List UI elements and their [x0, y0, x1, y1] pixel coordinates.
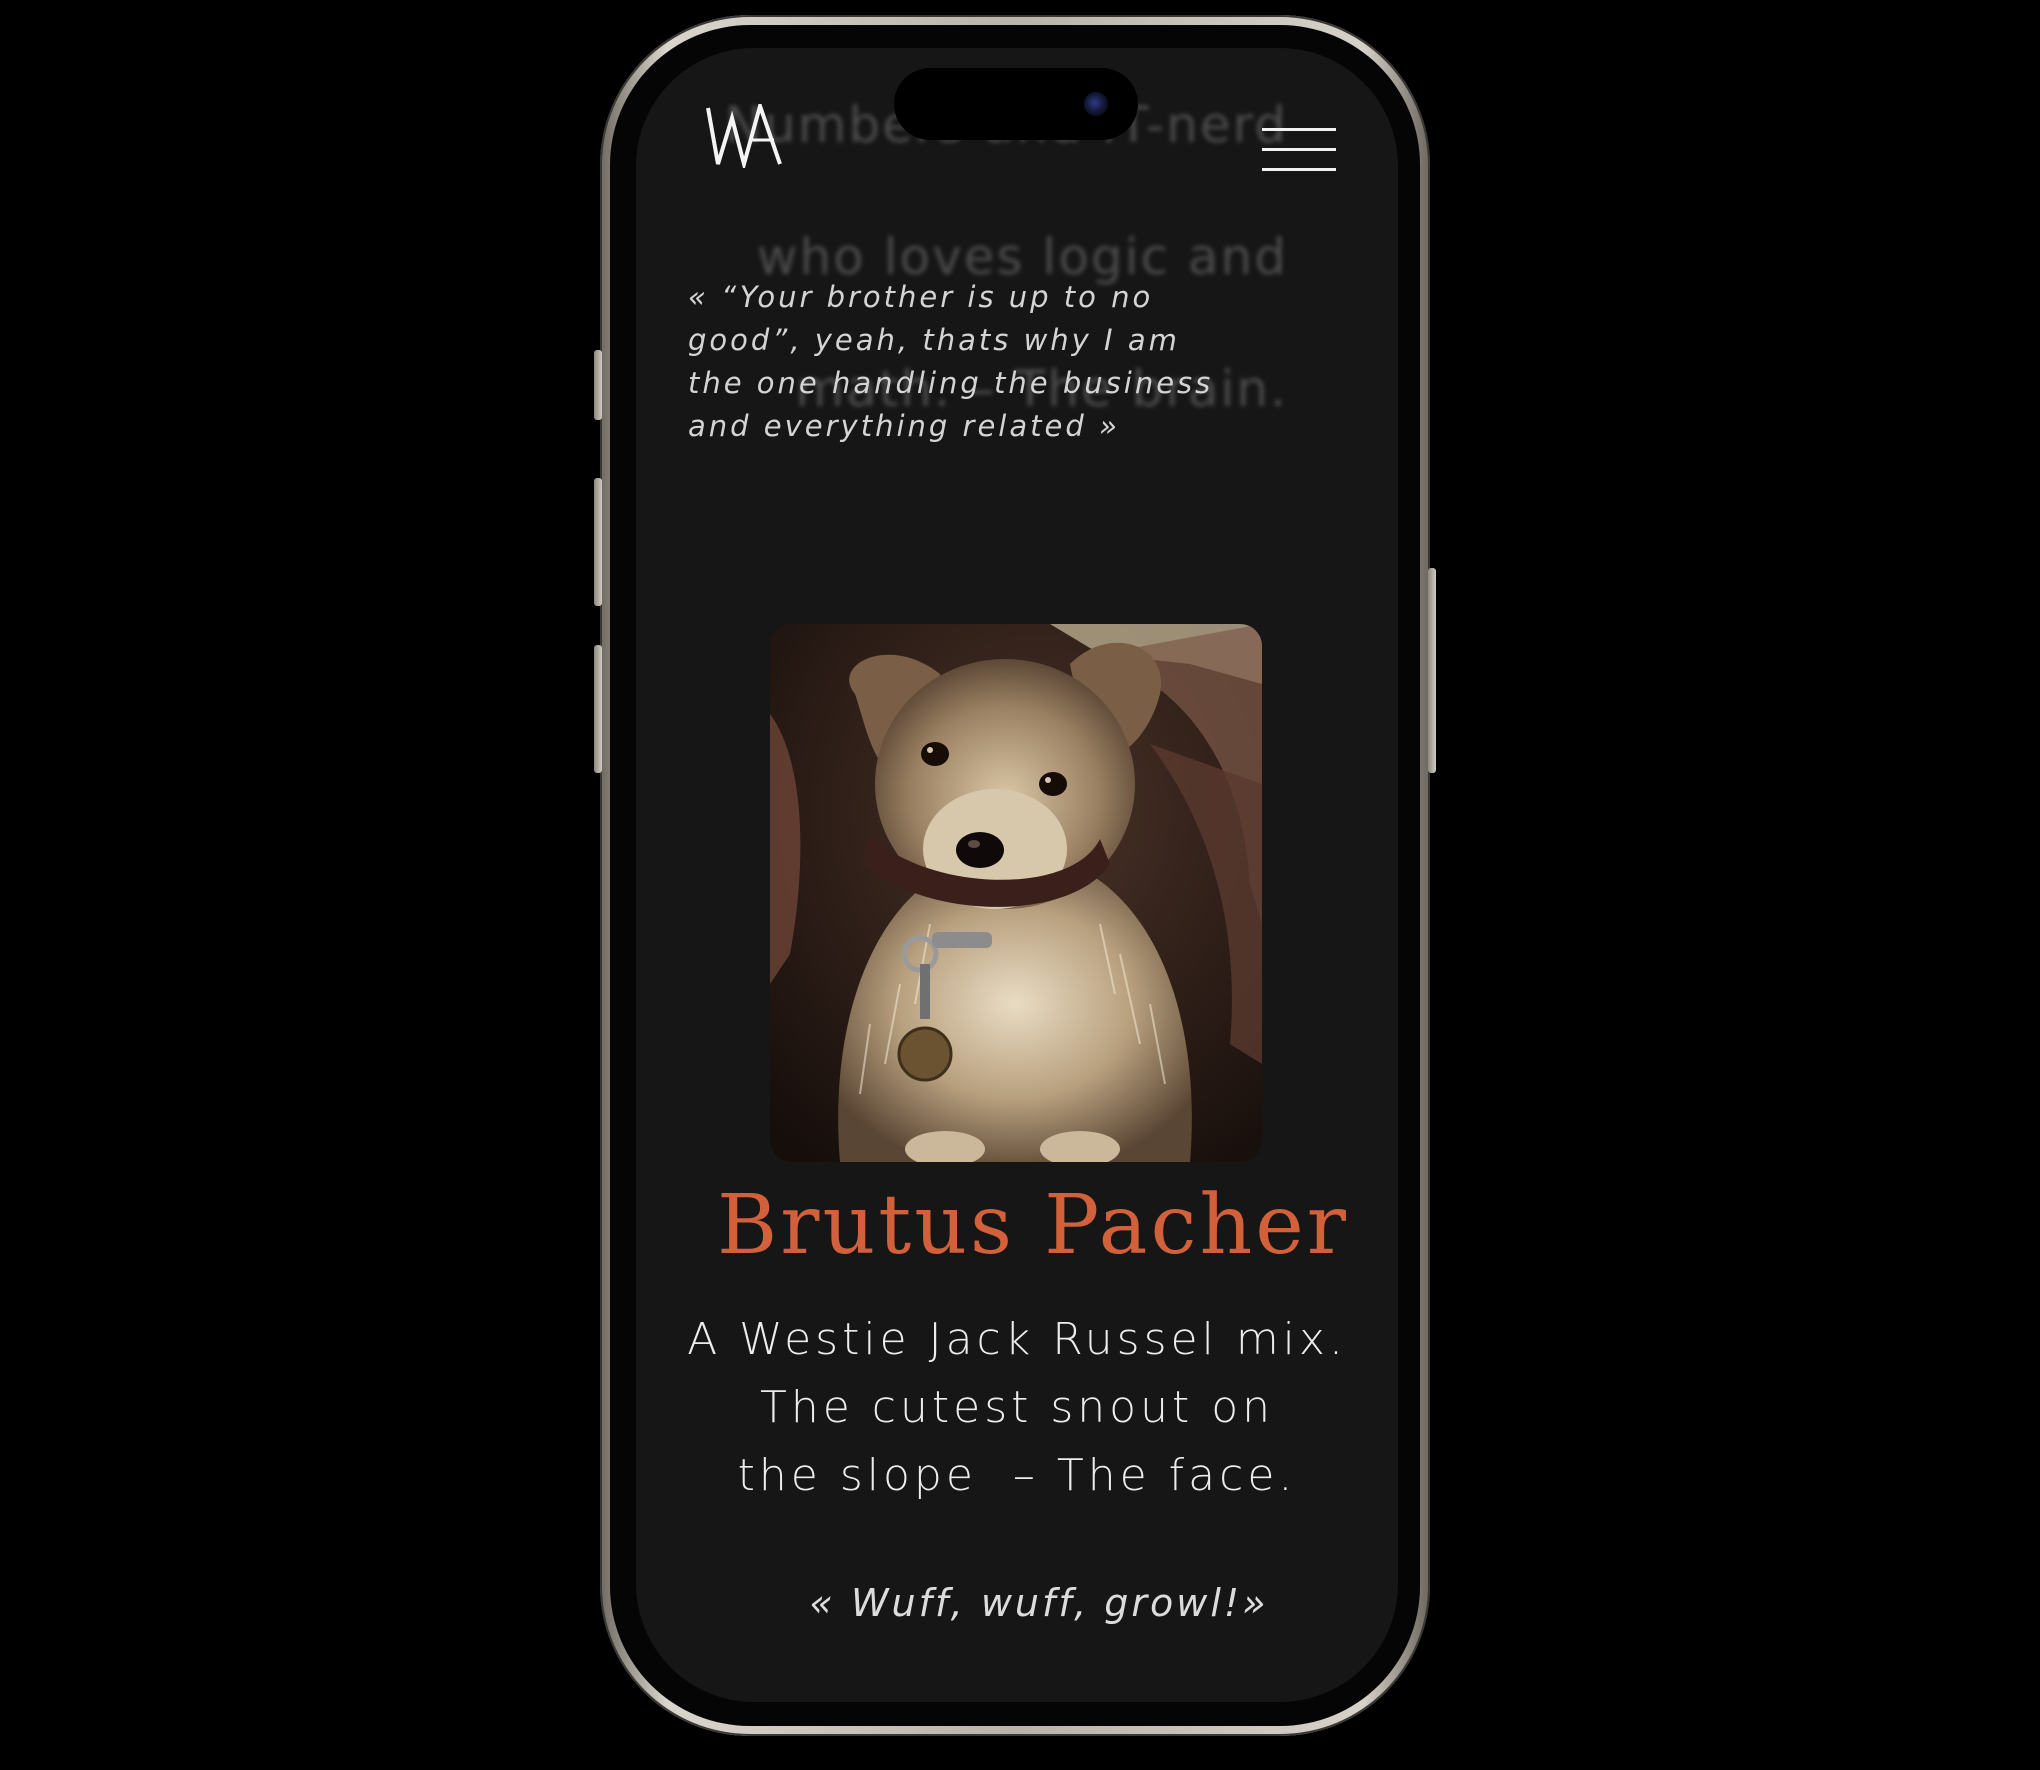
dynamic-island: [894, 68, 1138, 140]
menu-icon[interactable]: [1262, 126, 1336, 174]
profile-quote: « Wuff, wuff, growl!»: [809, 1581, 1269, 1625]
logo[interactable]: [706, 99, 796, 172]
profile-description: A Westie Jack Russel mix. The cutest sno…: [636, 1306, 1398, 1510]
phone-screen: Numbers and IT-nerd who loves logic and …: [636, 48, 1398, 1702]
wa-logo-icon: [706, 99, 782, 172]
previous-profile-quote: « “Your brother is up to no good”, yeah,…: [688, 280, 1214, 443]
volume-down-button: [594, 645, 602, 773]
action-button: [594, 350, 602, 420]
power-button: [1428, 568, 1436, 773]
profile-photo: [770, 624, 1262, 1162]
profile-name: Brutus Pacher: [716, 1178, 1350, 1273]
camera-icon: [1084, 92, 1108, 116]
volume-up-button: [594, 478, 602, 606]
description-line: The cutest snout on: [759, 1382, 1275, 1433]
description-line: A Westie Jack Russel mix.: [687, 1314, 1347, 1365]
dog-photo-image: [770, 624, 1262, 1162]
description-line: the slope – The face.: [737, 1450, 1297, 1501]
